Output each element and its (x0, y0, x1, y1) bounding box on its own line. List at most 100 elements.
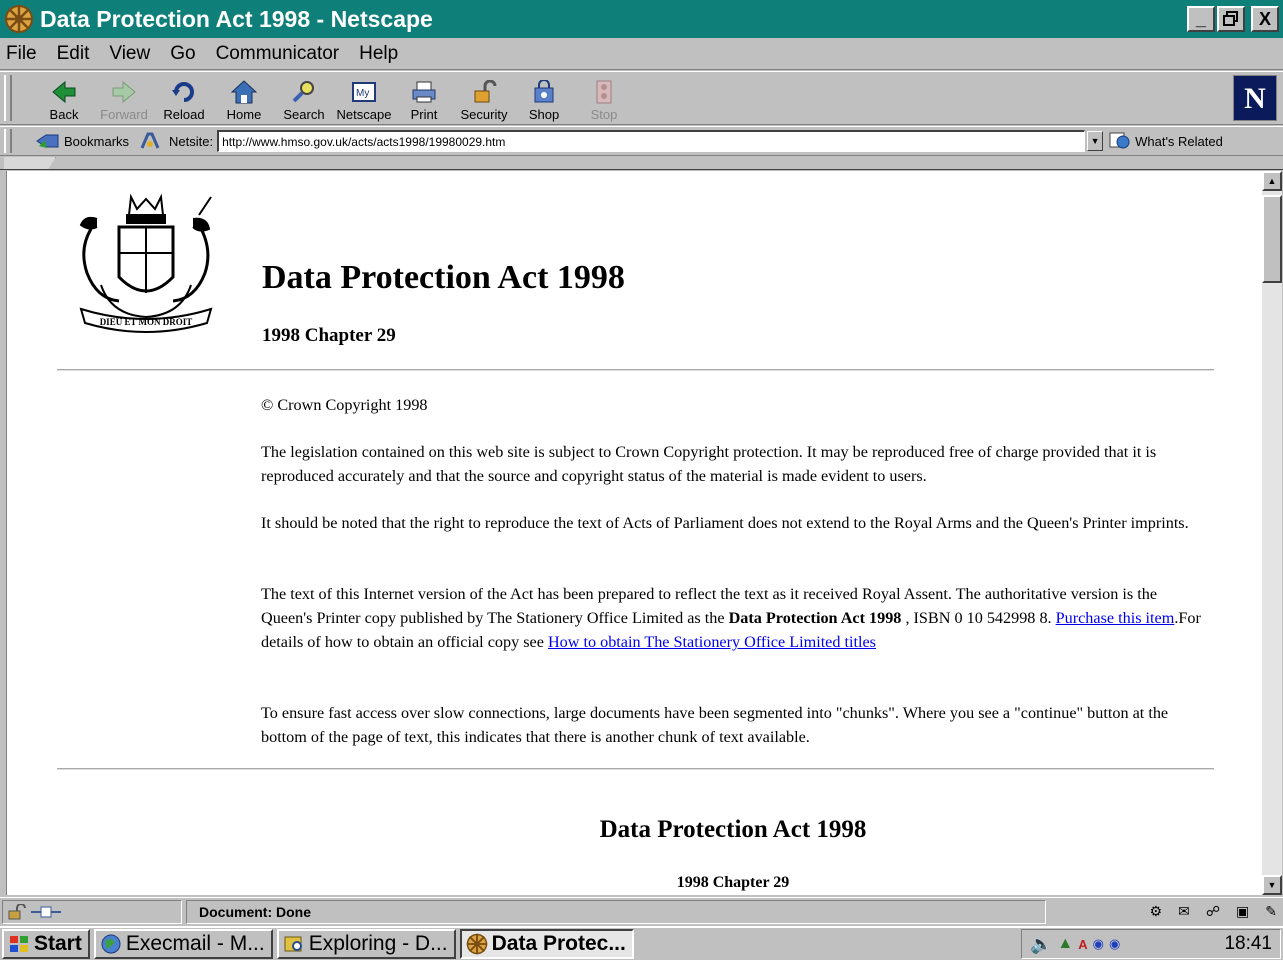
menu-communicator[interactable]: Communicator (206, 43, 350, 65)
task-execmail[interactable]: Execmail - M... (93, 929, 273, 959)
security-status (2, 899, 182, 924)
netscape-button[interactable]: My Netscape (334, 76, 394, 122)
toolbar-tab-strip (0, 157, 1283, 170)
forward-arrow-icon (112, 80, 136, 104)
print-label: Print (410, 107, 438, 122)
how-to-obtain-link[interactable]: How to obtain The Stationery Office Limi… (548, 633, 876, 651)
copyright-notice: © Crown Copyright 1998 (261, 396, 428, 414)
status-text: Document: Done (186, 899, 1046, 924)
url-input[interactable] (217, 130, 1086, 152)
home-icon (231, 80, 257, 104)
scroll-up-button[interactable]: ▲ (1262, 171, 1282, 191)
component-bar: ⚙ ✉ ☍ ▣ ✎ (1150, 903, 1277, 920)
search-button[interactable]: Search (274, 76, 334, 122)
system-tray: 🔈 ▲ A ◉ ◉ 18:41 (1021, 929, 1281, 959)
menu-help[interactable]: Help (349, 43, 408, 65)
whats-related-button[interactable]: What's Related (1109, 132, 1223, 150)
home-label: Home (226, 107, 262, 122)
menu-edit[interactable]: Edit (47, 43, 100, 65)
explorer-icon (284, 936, 302, 952)
my-netscape-icon: My (352, 82, 376, 102)
search-label: Search (283, 107, 325, 122)
vertical-scrollbar[interactable]: ▲ ▼ (1262, 171, 1282, 895)
svg-text:My: My (356, 88, 369, 99)
restore-icon (1223, 11, 1238, 26)
act-chapter-subtitle: 1998 Chapter 29 (676, 874, 790, 891)
back-label: Back (49, 107, 79, 122)
shop-icon (534, 80, 554, 103)
discussions-component-icon[interactable]: ☍ (1206, 903, 1220, 920)
address-book-component-icon[interactable]: ▣ (1236, 903, 1249, 920)
back-arrow-icon (52, 80, 76, 104)
security-label: Security (460, 107, 508, 122)
navigation-toolbar: Back Forward Reload Home Search My Netsc… (0, 71, 1283, 125)
close-button[interactable]: X (1251, 6, 1279, 32)
window-title: Data Protection Act 1998 - Netscape (40, 5, 433, 32)
copyright-paragraph: The legislation contained on this web si… (261, 443, 1157, 485)
minimize-button[interactable]: _ (1187, 6, 1215, 32)
act-title-bold: Data Protection Act 1998 (728, 609, 902, 627)
home-button[interactable]: Home (214, 76, 274, 122)
print-button[interactable]: Print (394, 76, 454, 122)
menu-file[interactable]: File (0, 43, 47, 65)
task-execmail-label: Execmail - M... (125, 932, 265, 955)
menu-bar: File Edit View Go Communicator Help (0, 38, 1283, 70)
realplayer-icon[interactable]: ◉ (1093, 936, 1104, 952)
netscape-wheel-icon (5, 5, 33, 33)
restore-button[interactable] (1217, 6, 1245, 32)
task-data-protection[interactable]: Data Protec... (459, 929, 634, 959)
security-button[interactable]: Security (454, 76, 514, 122)
taskbar: Start Execmail - M... Exploring - D... D… (0, 926, 1283, 960)
task-data-protection-label: Data Protec... (491, 932, 626, 955)
horizontal-rule (57, 369, 1214, 372)
stop-label: Stop (590, 107, 618, 122)
shop-button[interactable]: Shop (514, 76, 574, 122)
status-bar: Document: Done ⚙ ✉ ☍ ▣ ✎ (0, 897, 1283, 925)
page-content: DIEU ET MON DROIT Data Protection Act 19… (6, 171, 1262, 895)
clock[interactable]: 18:41 (1224, 933, 1272, 955)
scroll-thumb[interactable] (1262, 195, 1282, 283)
url-dropdown-button[interactable]: ▼ (1087, 131, 1104, 151)
back-button[interactable]: Back (34, 76, 94, 122)
start-button[interactable]: Start (2, 929, 90, 959)
bookmarks-button[interactable]: Bookmarks (36, 132, 129, 150)
purchase-link[interactable]: Purchase this item (1056, 609, 1175, 627)
bookmarks-icon (36, 134, 59, 148)
forward-button[interactable]: Forward (94, 76, 154, 122)
collapsed-toolbar-tab[interactable] (4, 157, 56, 169)
globe-icon (101, 934, 121, 954)
network-icon[interactable]: ▲ (1057, 935, 1073, 953)
official-copy-paragraph: The text of this Internet version of the… (261, 582, 1201, 654)
bookmarks-label: Bookmarks (64, 133, 130, 149)
menu-view[interactable]: View (99, 43, 160, 65)
task-exploring-label: Exploring - D... (308, 932, 448, 955)
location-grip[interactable] (4, 129, 12, 153)
isbn-text: , ISBN 0 10 542998 8. (901, 609, 1056, 627)
page-title: Data Protection Act 1998 (262, 259, 625, 296)
page-proxy-icon[interactable] (139, 131, 161, 151)
volume-icon[interactable]: 🔈 (1030, 934, 1052, 955)
mail-component-icon[interactable]: ✉ (1178, 903, 1190, 920)
composer-component-icon[interactable]: ✎ (1265, 903, 1277, 920)
reload-button[interactable]: Reload (154, 76, 214, 122)
start-label: Start (34, 932, 82, 955)
windows-logo-icon (10, 936, 28, 952)
horizontal-rule (57, 768, 1214, 771)
task-exploring[interactable]: Exploring - D... (276, 929, 456, 959)
acrobat-icon[interactable]: A (1078, 937, 1087, 952)
royal-arms-crest-image: DIEU ET MON DROIT (79, 193, 213, 333)
padlock-status-icon[interactable] (7, 903, 27, 920)
netscape-label: Netscape (336, 107, 392, 122)
chunks-paragraph: To ensure fast access over slow connecti… (261, 704, 1169, 746)
scroll-down-button[interactable]: ▼ (1262, 875, 1282, 895)
stop-button[interactable]: Stop (574, 76, 634, 122)
royal-arms-paragraph: It should be noted that the right to rep… (261, 514, 1189, 532)
toolbar-grip[interactable] (4, 75, 12, 121)
realaudio-icon[interactable]: ◉ (1109, 936, 1120, 952)
menu-go[interactable]: Go (160, 43, 205, 65)
chapter-subtitle: 1998 Chapter 29 (262, 325, 396, 346)
print-icon (412, 81, 436, 103)
navigator-component-icon[interactable]: ⚙ (1150, 903, 1163, 920)
netsite-label: Netsite: (169, 133, 214, 149)
netscape-logo[interactable]: N (1233, 75, 1277, 121)
